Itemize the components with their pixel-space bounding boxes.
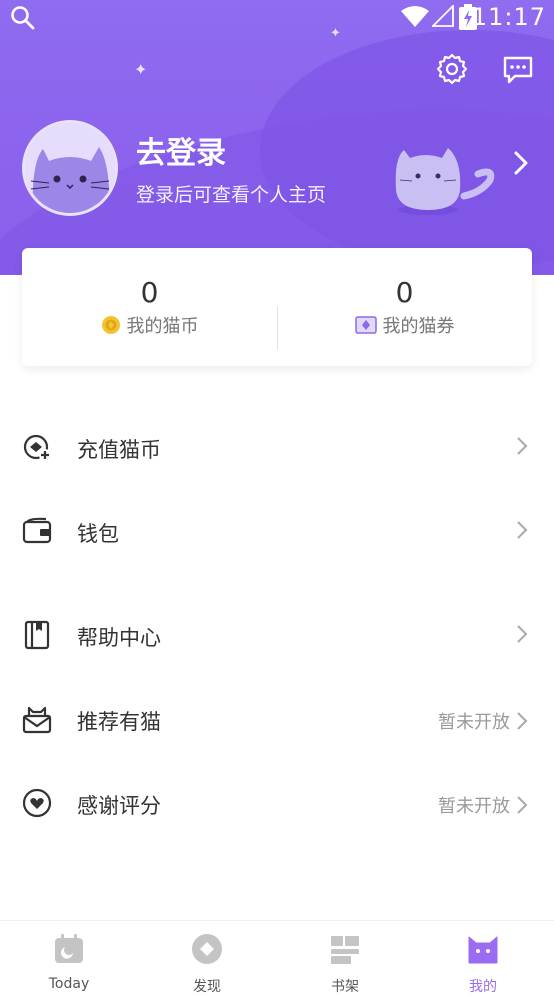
menu-label: 推荐有猫: [77, 710, 161, 734]
menu-label: 感谢评分: [77, 794, 161, 818]
settings-icon[interactable]: [435, 52, 469, 86]
tab-label: Today: [48, 976, 90, 992]
menu-item-rate[interactable]: 感谢评分 暂未开放: [0, 762, 554, 846]
calendar-icon: [55, 934, 83, 963]
menu-item-recommend[interactable]: 推荐有猫 暂未开放: [0, 678, 554, 762]
chevron-right-icon[interactable]: [510, 148, 532, 178]
tab-discover[interactable]: 发现: [138, 921, 276, 995]
tab-bookshelf[interactable]: 书架: [276, 921, 414, 995]
wifi-icon: [401, 6, 429, 27]
chevron-right-icon: [517, 625, 528, 643]
bottom-tab-bar: Today 发现 书架 我的: [0, 920, 554, 995]
sparkle-icon: ✦: [134, 60, 148, 79]
tab-today[interactable]: Today: [0, 921, 138, 993]
avatar[interactable]: [22, 120, 118, 216]
menu-status: 暂未开放: [438, 712, 510, 733]
menu-item-recharge[interactable]: 充值猫币: [0, 406, 554, 490]
cell-signal-icon: [432, 5, 454, 27]
tickets-label: 我的猫券: [382, 316, 455, 337]
search-icon[interactable]: [10, 5, 36, 31]
menu-label: 钱包: [77, 522, 119, 546]
book-icon: [24, 620, 50, 650]
login-title[interactable]: 去登录: [136, 128, 226, 172]
coins-label: 我的猫币: [126, 316, 199, 337]
status-bar: 11:17: [0, 0, 554, 34]
wallet-summary-card: 0 我的猫币 0 我的猫券: [22, 248, 532, 366]
tickets-stat[interactable]: 0 我的猫券: [277, 248, 532, 366]
chevron-right-icon: [517, 796, 528, 814]
chevron-right-icon: [517, 712, 528, 730]
tickets-value: 0: [395, 276, 414, 309]
coins-value: 0: [140, 276, 159, 309]
wallet-icon: [22, 517, 52, 544]
menu-label: 帮助中心: [77, 626, 161, 650]
coins-stat[interactable]: 0 我的猫币: [22, 248, 277, 366]
discover-icon: [192, 934, 222, 964]
cat-mascot-icon: [395, 148, 495, 215]
menu-item-help[interactable]: 帮助中心: [0, 594, 554, 678]
status-time: 11:17: [471, 3, 546, 31]
tab-label: 书架: [331, 979, 359, 995]
bookshelf-icon: [331, 936, 359, 964]
cat-avatar-icon: [25, 123, 115, 213]
heart-icon: [22, 788, 52, 818]
recharge-icon: [23, 434, 51, 461]
coin-icon: [101, 316, 120, 334]
chevron-right-icon: [517, 521, 528, 539]
message-icon[interactable]: [501, 52, 535, 86]
mail-cat-icon: [22, 706, 52, 734]
tab-label: 我的: [469, 979, 497, 995]
cat-face-icon: [468, 936, 498, 964]
chevron-right-icon: [517, 437, 528, 455]
tab-mine[interactable]: 我的: [414, 921, 552, 995]
tab-label: 发现: [193, 979, 221, 995]
menu-label: 充值猫币: [77, 438, 161, 462]
menu-status: 暂未开放: [438, 796, 510, 817]
login-subtitle: 登录后可查看个人主页: [136, 184, 327, 206]
menu-item-wallet[interactable]: 钱包: [0, 490, 554, 574]
ticket-icon: [354, 316, 377, 334]
